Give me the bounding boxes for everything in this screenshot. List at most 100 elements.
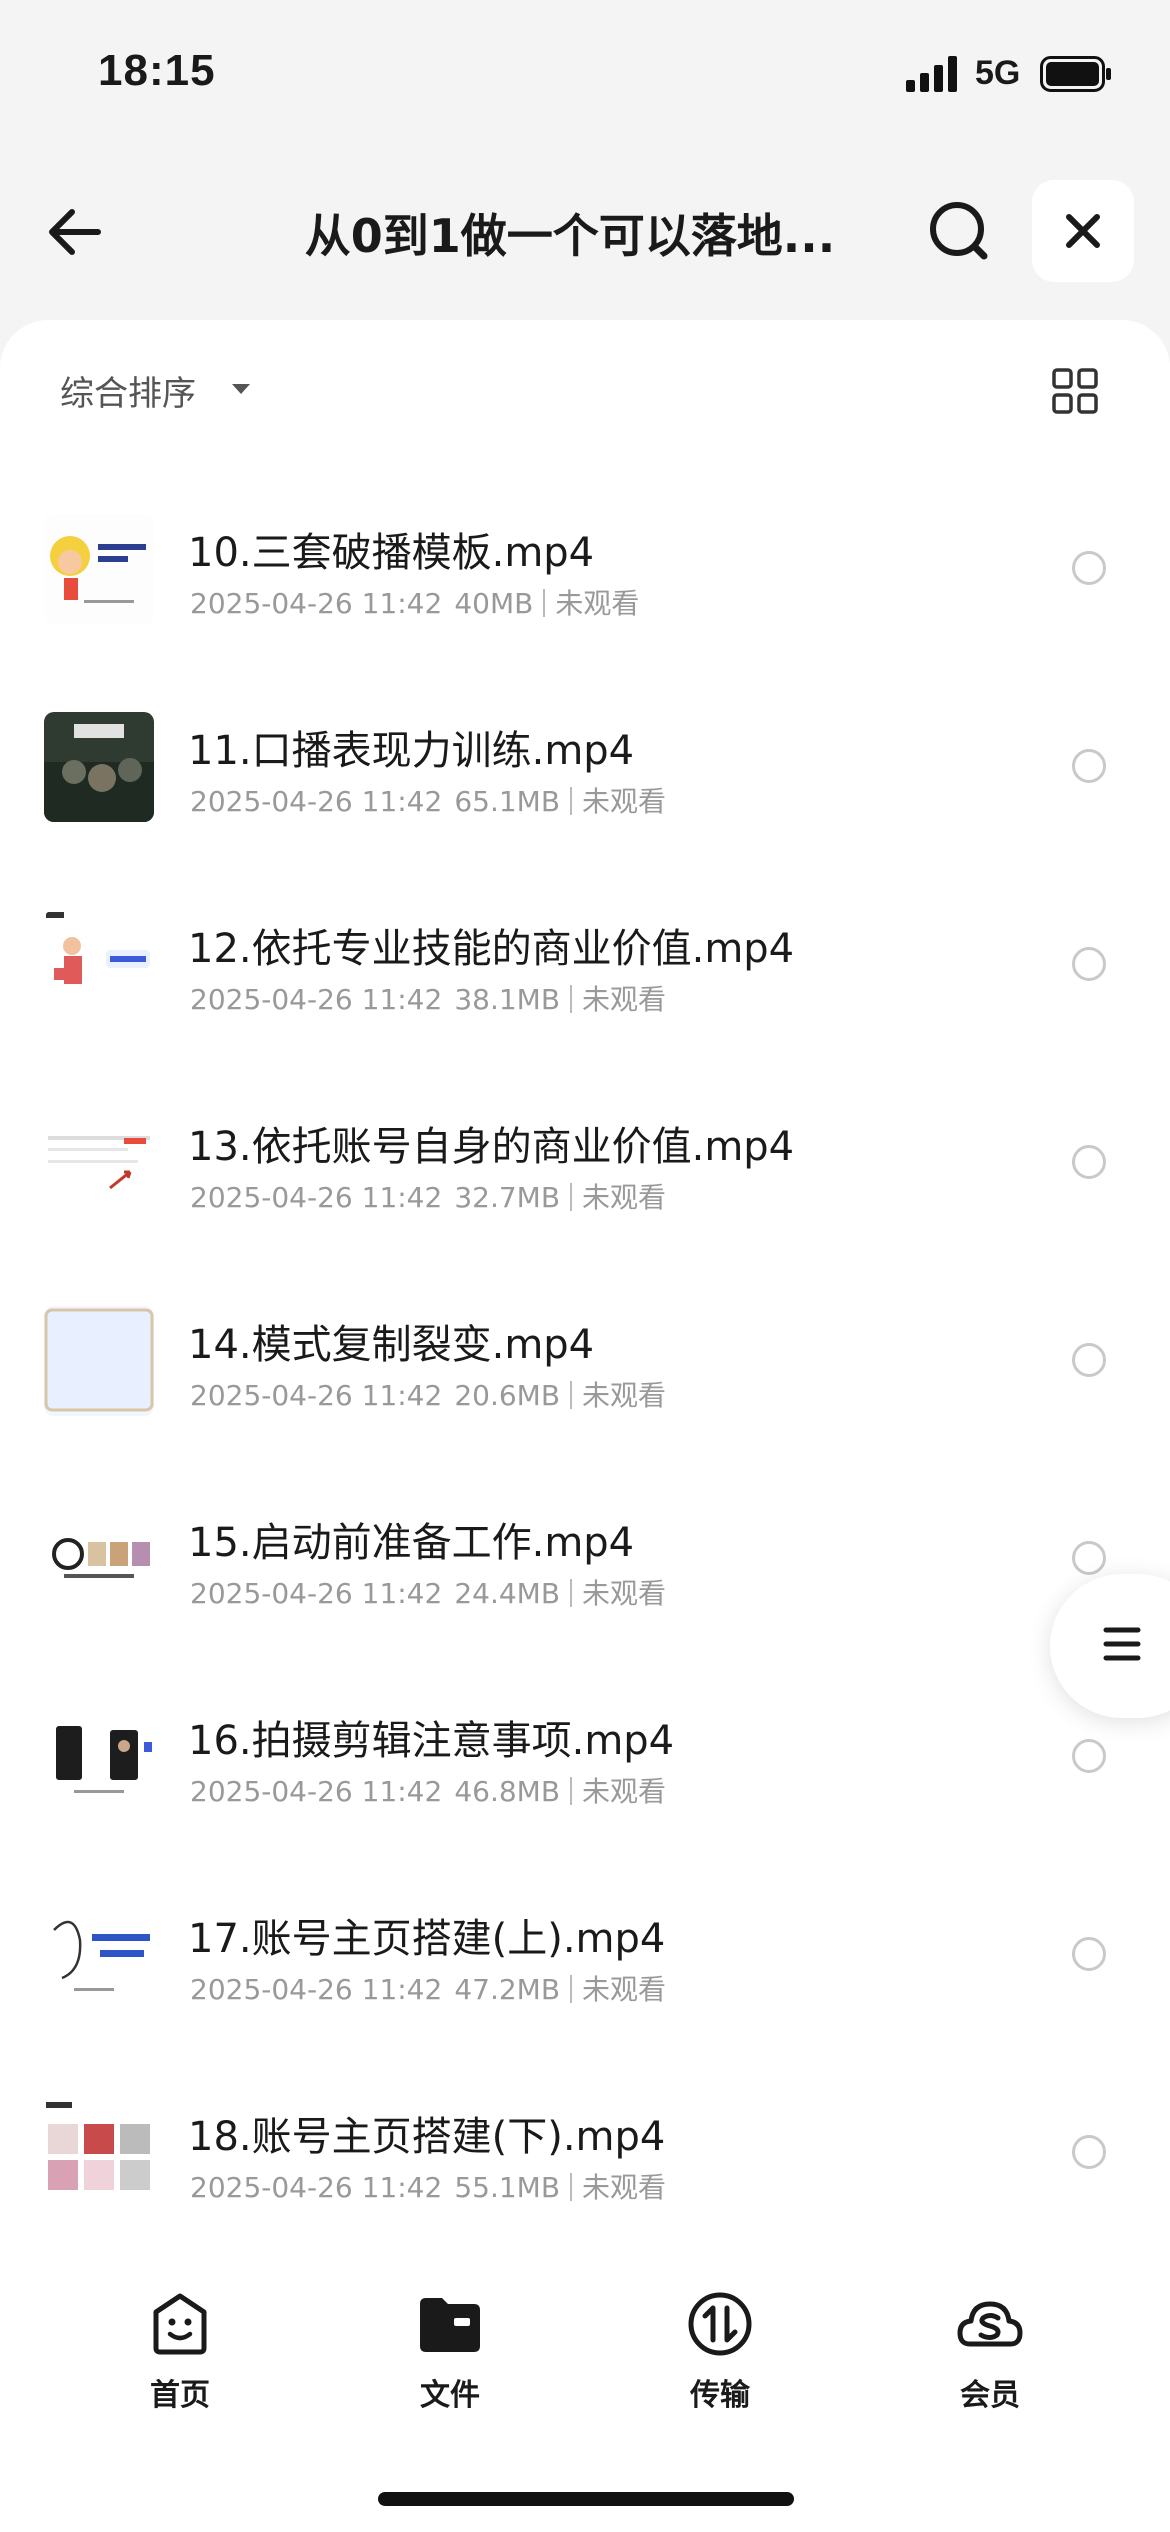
- select-radio[interactable]: [1072, 551, 1106, 585]
- watch-status: 未观看: [582, 1379, 667, 1412]
- file-size: 38.1MB: [454, 983, 561, 1016]
- meta-divider: [570, 787, 573, 815]
- file-row[interactable]: 12.依托专业技能的商业价值.mp4 2025-04-26 11:42 38.1MB…: [0, 864, 1170, 1062]
- select-radio[interactable]: [1072, 749, 1106, 783]
- bottom-tab-bar: 首页 文件 传输 会员: [0, 2230, 1170, 2532]
- nav-bar: 从0到1做一个可以落地...: [0, 170, 1170, 290]
- watch-status: 未观看: [582, 1973, 667, 2006]
- watch-status: 未观看: [582, 1181, 667, 1214]
- file-size: 40MB: [454, 587, 534, 620]
- file-meta: 2025-04-26 11:42 24.4MB 未观看: [190, 1572, 666, 1612]
- meta-divider: [570, 2173, 573, 2201]
- file-meta: 2025-04-26 11:42 38.1MB 未观看: [190, 978, 666, 1018]
- signal-icon: [906, 56, 957, 92]
- file-row[interactable]: 14.模式复制裂变.mp4 2025-04-26 11:42 20.6MB 未观看: [0, 1260, 1170, 1458]
- caret-down-icon[interactable]: [230, 382, 252, 396]
- video-thumbnail: [44, 514, 154, 624]
- video-thumbnail: [44, 712, 154, 822]
- video-thumbnail: [44, 1702, 154, 1812]
- file-meta: 2025-04-26 11:42 46.8MB 未观看: [190, 1770, 666, 1810]
- transfer-icon: [688, 2292, 752, 2356]
- tab-transfer[interactable]: 传输: [620, 2290, 820, 2413]
- file-row[interactable]: 11.口播表现力训练.mp4 2025-04-26 11:42 65.1MB 未观看: [0, 666, 1170, 864]
- file-name: 14.模式复制裂变.mp4: [188, 1322, 595, 1368]
- watch-status: 未观看: [555, 587, 640, 620]
- tab-label: 会员: [960, 2378, 1020, 2413]
- watch-status: 未观看: [582, 1577, 667, 1610]
- meta-divider: [570, 1381, 573, 1409]
- meta-divider: [570, 1579, 573, 1607]
- file-row[interactable]: 17.账号主页搭建(上).mp4 2025-04-26 11:42 47.2MB 未观…: [0, 1854, 1170, 2052]
- tab-label: 传输: [690, 2378, 750, 2413]
- file-row[interactable]: 18.账号主页搭建(下).mp4 2025-04-26 11:42 55.1MB 未观…: [0, 2052, 1170, 2250]
- cloud-s-icon: [957, 2301, 1023, 2347]
- tab-files[interactable]: 文件: [350, 2290, 550, 2413]
- file-meta: 2025-04-26 11:42 32.7MB 未观看: [190, 1176, 666, 1216]
- tab-home[interactable]: 首页: [80, 2290, 280, 2413]
- menu-lines-icon: [1103, 1627, 1141, 1661]
- file-date: 2025-04-26 11:42: [190, 1181, 443, 1214]
- file-meta: 2025-04-26 11:42 65.1MB 未观看: [190, 780, 666, 820]
- file-date: 2025-04-26 11:42: [190, 1577, 443, 1610]
- search-icon[interactable]: [920, 192, 1000, 272]
- select-radio[interactable]: [1072, 1937, 1106, 1971]
- file-meta: 2025-04-26 11:42 40MB 未观看: [190, 582, 639, 622]
- folder-icon: [420, 2298, 480, 2352]
- file-size: 24.4MB: [454, 1577, 561, 1610]
- select-radio[interactable]: [1072, 1541, 1106, 1575]
- file-name: 11.口播表现力训练.mp4: [188, 728, 635, 774]
- watch-status: 未观看: [582, 983, 667, 1016]
- file-date: 2025-04-26 11:42: [190, 1379, 443, 1412]
- file-row[interactable]: 16.拍摄剪辑注意事项.mp4 2025-04-26 11:42 46.8MB 未观看: [0, 1656, 1170, 1854]
- watch-status: 未观看: [582, 1775, 667, 1808]
- select-radio[interactable]: [1072, 1145, 1106, 1179]
- watch-status: 未观看: [582, 785, 667, 818]
- home-indicator: [378, 2492, 794, 2506]
- video-thumbnail: [44, 1900, 154, 2010]
- file-meta: 2025-04-26 11:42 47.2MB 未观看: [190, 1968, 666, 2008]
- meta-divider: [570, 1975, 573, 2003]
- network-label: 5G: [975, 54, 1021, 92]
- file-name: 16.拍摄剪辑注意事项.mp4: [188, 1718, 675, 1764]
- tab-label: 文件: [420, 2378, 480, 2413]
- meta-divider: [570, 1183, 573, 1211]
- file-row[interactable]: 10.三套破播模板.mp4 2025-04-26 11:42 40MB 未观看: [0, 468, 1170, 666]
- video-thumbnail: [44, 1504, 154, 1614]
- file-date: 2025-04-26 11:42: [190, 1973, 443, 2006]
- video-thumbnail: [44, 910, 154, 1020]
- file-date: 2025-04-26 11:42: [190, 1775, 443, 1808]
- file-meta: 2025-04-26 11:42 55.1MB 未观看: [190, 2166, 666, 2206]
- file-name: 13.依托账号自身的商业价值.mp4: [188, 1124, 795, 1170]
- file-name: 15.启动前准备工作.mp4: [188, 1520, 635, 1566]
- tab-label: 首页: [150, 2378, 210, 2413]
- video-thumbnail: [44, 1108, 154, 1218]
- file-date: 2025-04-26 11:42: [190, 587, 443, 620]
- sort-dropdown[interactable]: 综合排序: [60, 366, 196, 415]
- video-thumbnail: [44, 1306, 154, 1416]
- status-time: 18:15: [98, 46, 216, 95]
- file-date: 2025-04-26 11:42: [190, 983, 443, 1016]
- status-bar: 18:15 5G: [0, 0, 1170, 150]
- tab-member[interactable]: 会员: [890, 2290, 1090, 2413]
- battery-icon: [1040, 56, 1111, 92]
- file-row[interactable]: 13.依托账号自身的商业价值.mp4 2025-04-26 11:42 32.7MB…: [0, 1062, 1170, 1260]
- select-radio[interactable]: [1072, 947, 1106, 981]
- meta-divider: [570, 985, 573, 1013]
- grid-view-icon[interactable]: [1050, 366, 1100, 416]
- back-arrow-icon[interactable]: [40, 192, 120, 272]
- file-size: 65.1MB: [454, 785, 561, 818]
- meta-divider: [543, 589, 546, 617]
- select-radio[interactable]: [1072, 1739, 1106, 1773]
- file-name: 10.三套破播模板.mp4: [188, 530, 595, 576]
- file-size: 20.6MB: [454, 1379, 561, 1412]
- select-radio[interactable]: [1072, 2135, 1106, 2169]
- file-sheet: 综合排序 10.三套破播模板.mp4 2025-04-26 11:42 40MB 未观…: [0, 320, 1170, 2230]
- file-row[interactable]: 15.启动前准备工作.mp4 2025-04-26 11:42 24.4MB 未观看: [0, 1458, 1170, 1656]
- file-date: 2025-04-26 11:42: [190, 2171, 443, 2204]
- file-meta: 2025-04-26 11:42 20.6MB 未观看: [190, 1374, 666, 1414]
- video-thumbnail: [44, 2098, 154, 2208]
- select-radio[interactable]: [1072, 1343, 1106, 1377]
- file-size: 46.8MB: [454, 1775, 561, 1808]
- file-name: 18.账号主页搭建(下).mp4: [188, 2114, 666, 2160]
- close-button[interactable]: [1032, 180, 1134, 282]
